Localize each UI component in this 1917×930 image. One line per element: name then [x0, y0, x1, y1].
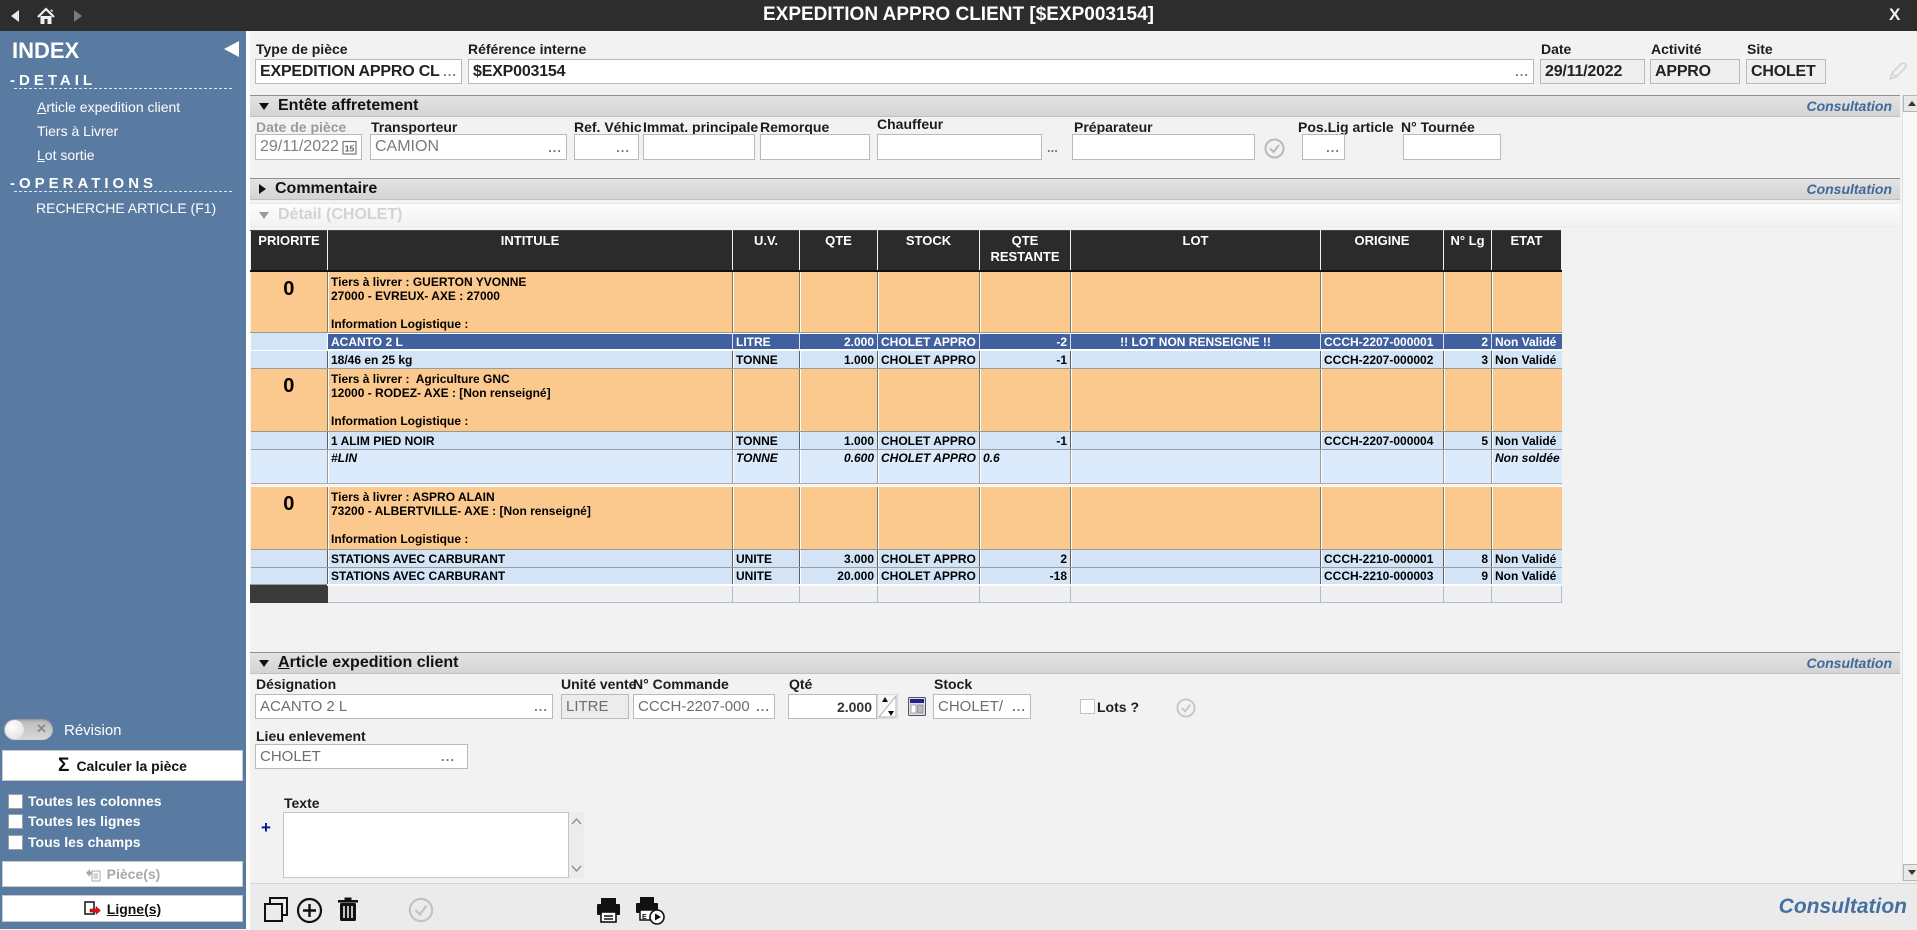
- svg-text:E: E: [642, 914, 647, 921]
- svg-text:15: 15: [345, 143, 355, 153]
